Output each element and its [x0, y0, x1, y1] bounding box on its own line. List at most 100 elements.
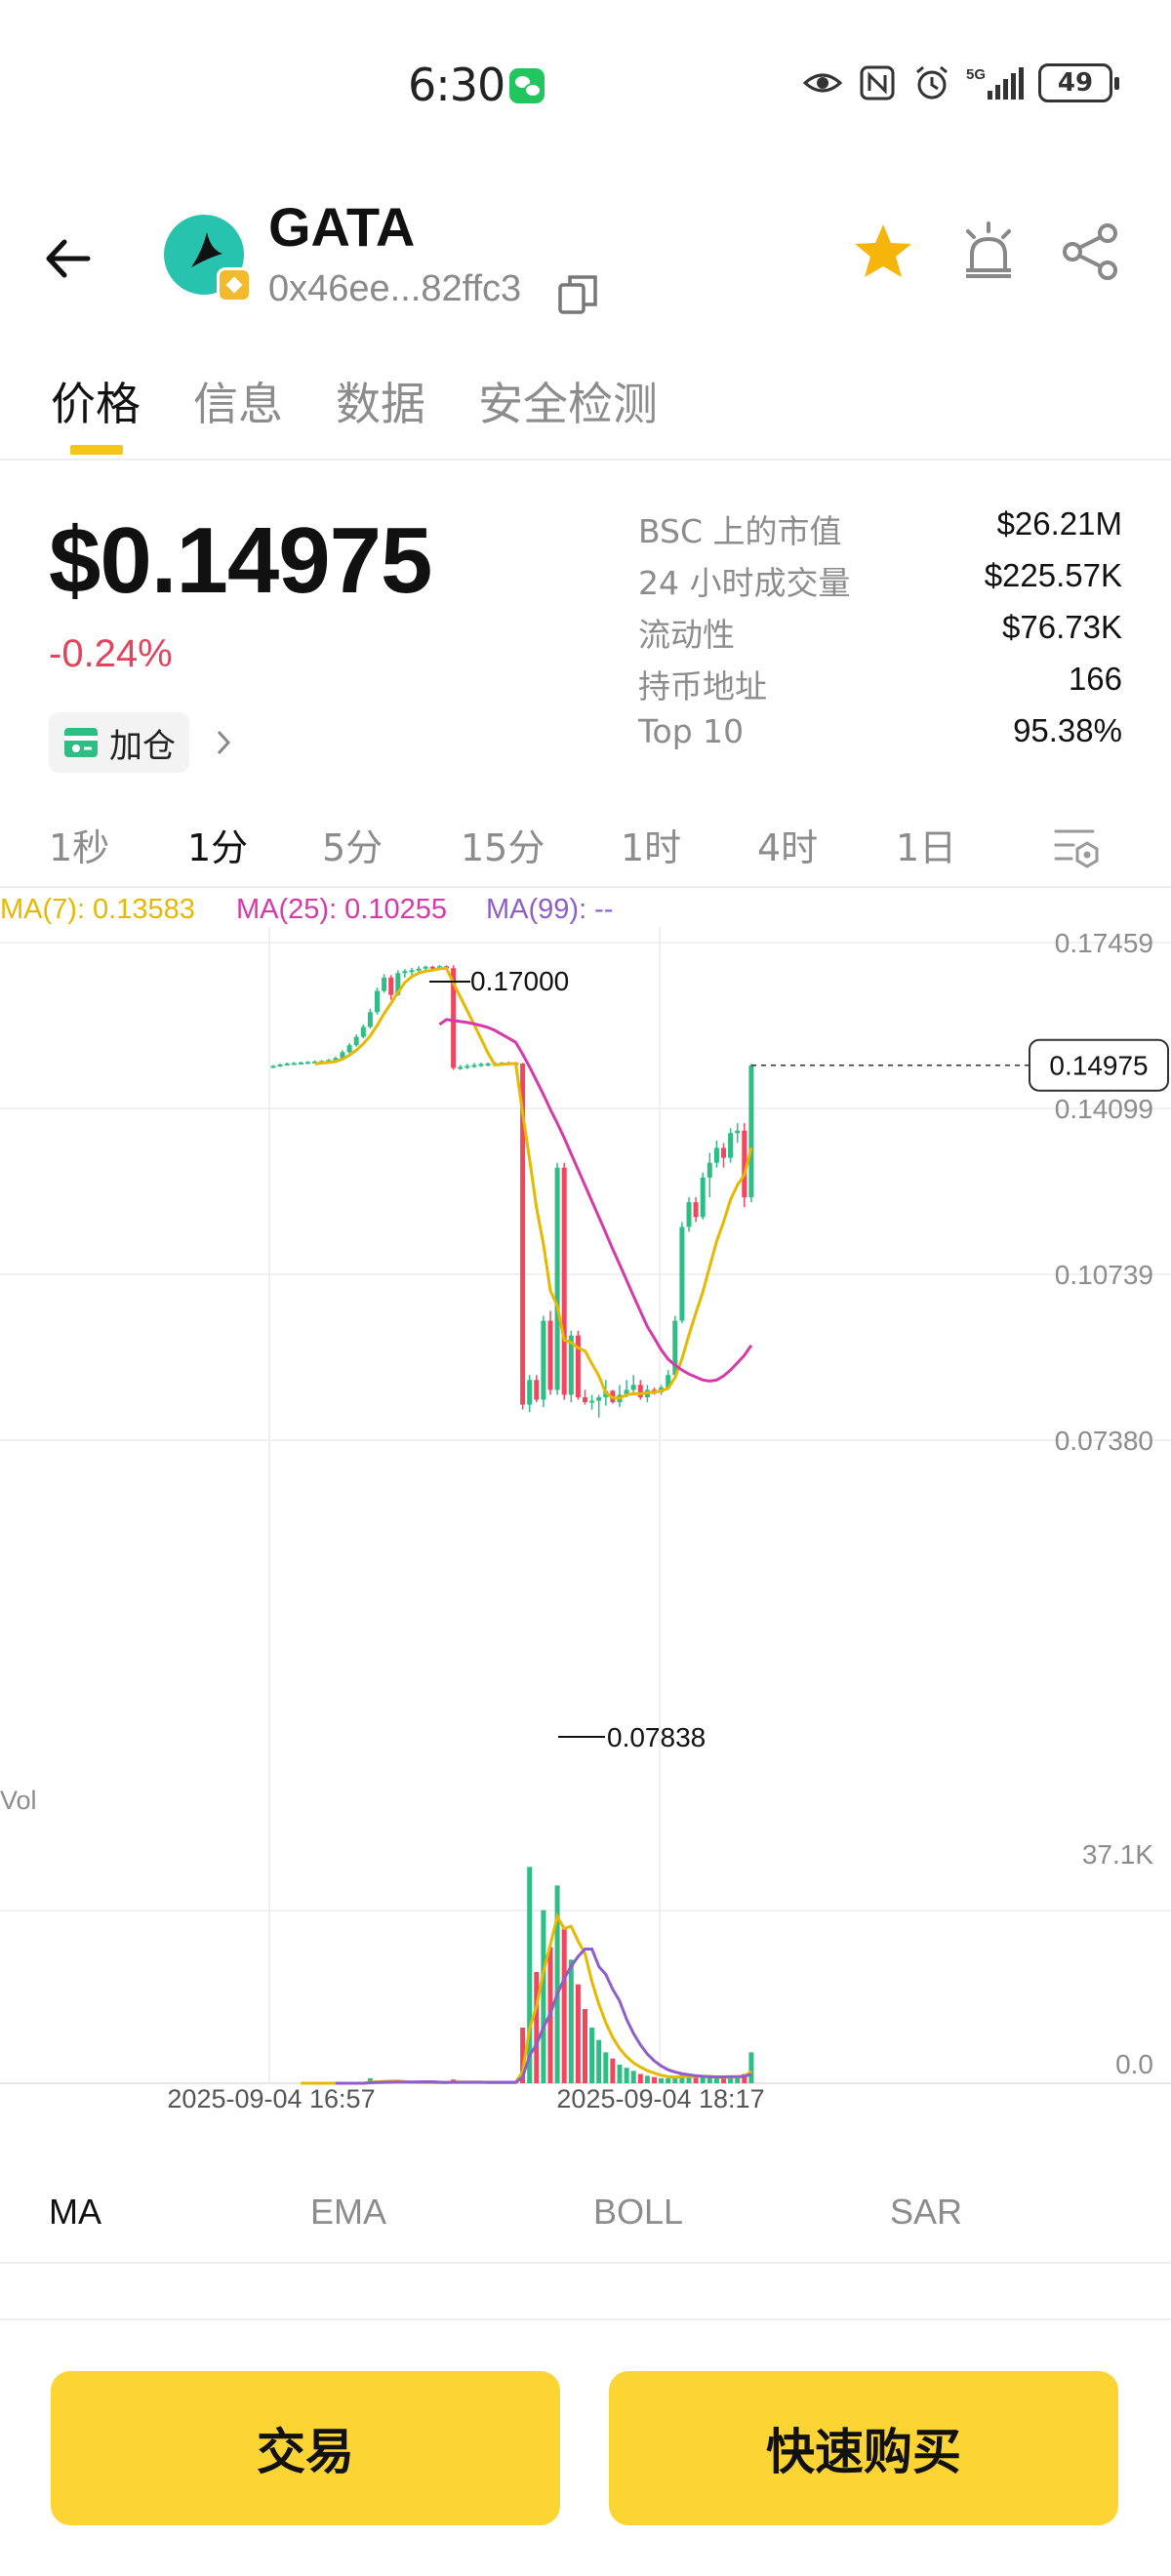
candle-body — [409, 970, 415, 973]
volume-bar — [596, 2039, 602, 2083]
candle-body — [561, 1167, 567, 1395]
candle-body — [693, 1202, 699, 1218]
candle-body — [700, 1177, 706, 1218]
volume-bar — [561, 1928, 567, 2083]
divider — [0, 2318, 1171, 2320]
star-icon[interactable] — [851, 220, 915, 284]
add-position-label: 加仓 — [109, 726, 176, 766]
volume-bar — [568, 1959, 574, 2083]
candlestick-chart[interactable]: 0.17459 0.14099 0.10739 0.07380 0.17000 … — [0, 888, 1171, 2117]
alarm-icon — [916, 65, 948, 100]
volume-bar — [624, 2068, 629, 2083]
alert-bell-icon[interactable] — [956, 220, 1021, 284]
add-position-button[interactable]: 加仓 — [49, 712, 189, 773]
stat-value: 95.38% — [1013, 712, 1122, 748]
candle-body — [554, 1167, 560, 1390]
price-tick-0: 0.17459 — [1055, 928, 1153, 958]
volume-tick-max: 37.1K — [1082, 1839, 1153, 1870]
timeframe-tabs: 1秒 1分 5分 15分 1时 4时 1日 — [0, 800, 1171, 888]
volume-bar — [748, 2052, 754, 2083]
tf-1s[interactable]: 1秒 — [49, 818, 109, 871]
chevron-right-icon[interactable] — [213, 728, 234, 757]
candle-body — [270, 1066, 276, 1068]
eye-icon — [802, 73, 843, 93]
stat-liquidity: 流动性 $76.73K — [638, 603, 1122, 655]
volume-bar — [534, 1971, 540, 2083]
volume-bar — [575, 1984, 581, 2083]
tf-4h[interactable]: 4时 — [757, 818, 818, 871]
volume-bar — [644, 2075, 650, 2083]
quick-buy-button[interactable]: 快速购买 — [609, 2371, 1118, 2525]
status-icons: 5G 49 — [802, 60, 1119, 105]
stat-value: 166 — [1068, 661, 1122, 697]
volume-bar — [700, 2077, 706, 2083]
stat-holders: 持币地址 166 — [638, 655, 1122, 706]
indicator-ma[interactable]: MA — [49, 2192, 101, 2233]
stat-24h-volume: 24 小时成交量 $225.57K — [638, 551, 1122, 603]
bsc-chain-icon — [217, 267, 252, 302]
candle-body — [630, 1385, 636, 1390]
share-icon[interactable] — [1059, 220, 1123, 284]
candle-body — [679, 1227, 685, 1321]
volume-bar — [589, 2027, 595, 2083]
volume-bar — [659, 2077, 665, 2083]
volume-bar — [541, 1910, 546, 2083]
candle-body — [375, 990, 380, 1013]
candle-body — [423, 966, 428, 969]
price-tick-1: 0.14099 — [1055, 1094, 1153, 1124]
stat-label: 持币地址 — [638, 667, 767, 705]
volume-bar — [610, 2058, 616, 2083]
tf-1h[interactable]: 1时 — [621, 818, 681, 871]
stat-value: $76.73K — [1002, 609, 1122, 645]
x-tick-1: 2025-09-04 18:17 — [556, 2084, 764, 2113]
indicator-sar[interactable]: SAR — [890, 2192, 962, 2233]
signal-5g-icon: 5G — [966, 66, 1024, 100]
copy-icon[interactable] — [556, 271, 601, 316]
active-tab-indicator — [70, 445, 123, 455]
volume-ma5-line — [301, 1912, 752, 2085]
tab-info[interactable]: 信息 — [193, 369, 283, 433]
current-price-tag: 0.14975 — [1049, 1051, 1148, 1081]
candle-body — [478, 1064, 484, 1067]
candle-body — [527, 1380, 533, 1405]
tf-15m[interactable]: 15分 — [461, 818, 545, 871]
indicator-boll[interactable]: BOLL — [593, 2192, 683, 2233]
tf-5m[interactable]: 5分 — [322, 818, 383, 871]
chart-grid — [0, 927, 1171, 2084]
candle-body — [388, 977, 394, 995]
candle-body — [735, 1130, 741, 1134]
stat-top10: Top 10 95.38% — [638, 706, 1122, 758]
stat-value: $225.57K — [984, 557, 1122, 593]
candle-body — [458, 1067, 464, 1069]
volume-bar — [652, 2076, 657, 2083]
tab-security-check[interactable]: 安全检测 — [478, 369, 658, 433]
tab-data[interactable]: 数据 — [336, 369, 425, 433]
stat-label: 24 小时成交量 — [638, 564, 851, 602]
candle-body — [748, 1065, 754, 1198]
candle-body — [346, 1045, 352, 1053]
candle-body — [416, 968, 422, 971]
back-arrow-icon[interactable] — [39, 224, 107, 293]
stat-label: BSC 上的市值 — [638, 512, 842, 550]
high-price-label: 0.17000 — [470, 966, 569, 996]
indicator-ema[interactable]: EMA — [310, 2192, 386, 2233]
stat-label: Top 10 — [638, 712, 745, 750]
chart-settings-icon[interactable] — [1050, 822, 1105, 872]
nfc-icon — [860, 65, 895, 101]
price-tick-3: 0.07380 — [1055, 1426, 1153, 1456]
token-address: 0x46ee...82ffc3 — [268, 268, 522, 309]
trade-button[interactable]: 交易 — [51, 2371, 560, 2525]
candle-body — [534, 1380, 540, 1400]
token-header: GATA 0x46ee...82ffc3 — [0, 185, 1171, 332]
status-bar: 6:30 5G 49 — [0, 0, 1171, 171]
tab-price[interactable]: 价格 — [51, 369, 141, 433]
candle-body — [360, 1026, 366, 1037]
tf-1m[interactable]: 1分 — [187, 818, 248, 871]
tf-1d[interactable]: 1日 — [896, 818, 956, 871]
candle-body — [402, 971, 408, 974]
candle-body — [305, 1062, 310, 1065]
svg-text:5G: 5G — [966, 66, 986, 83]
low-price-label: 0.07838 — [607, 1722, 706, 1752]
main-tabs: 价格 信息 数据 安全检测 — [0, 351, 1171, 461]
candle-body — [547, 1320, 553, 1390]
